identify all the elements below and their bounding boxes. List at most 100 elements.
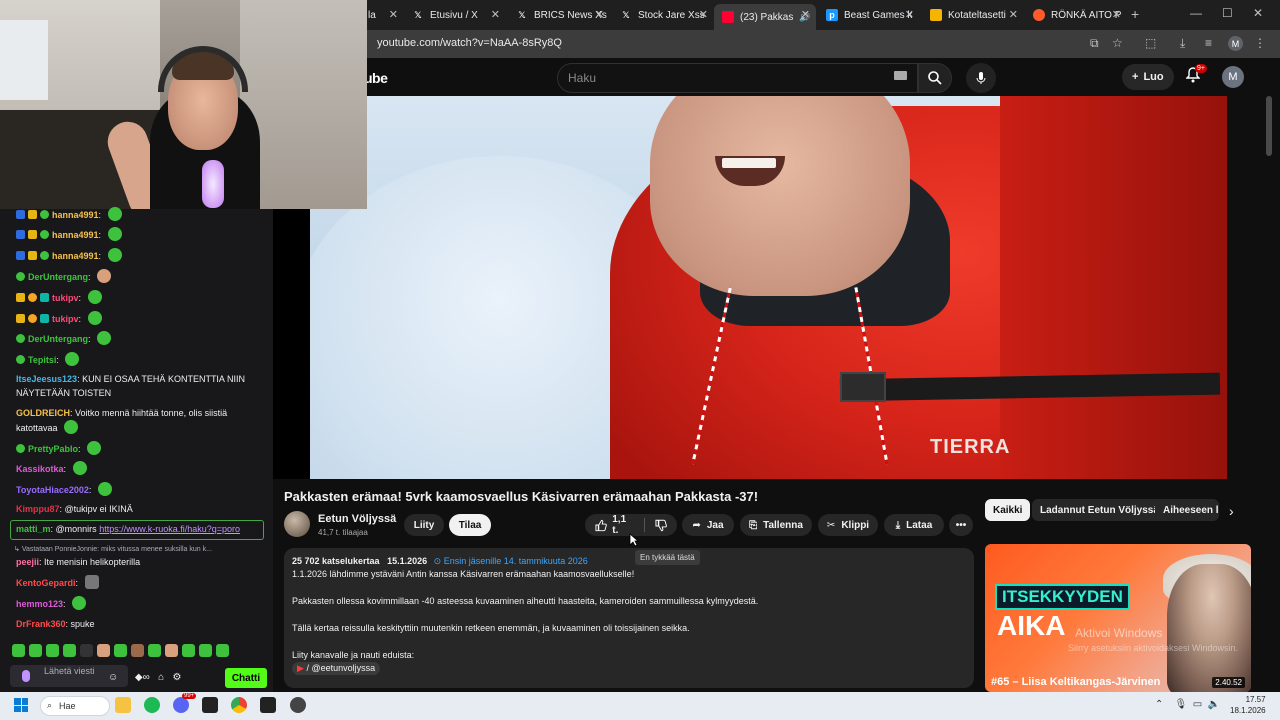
tab-youtube-active[interactable]: (23) Pakkas 🔊 ✕: [714, 4, 816, 30]
tab-close-icon[interactable]: ✕: [801, 8, 810, 21]
chat-username[interactable]: KentoGepardi: [16, 578, 76, 588]
tab-close-icon[interactable]: ✕: [491, 8, 500, 21]
chat-username[interactable]: DrFrank360: [16, 619, 66, 629]
emoji-icon[interactable]: ☺: [108, 672, 118, 683]
thumbs-down-icon[interactable]: [655, 519, 667, 532]
tab-close-icon[interactable]: ✕: [389, 8, 398, 21]
x-app-icon[interactable]: [202, 697, 218, 713]
chat-username[interactable]: PrettyPablo: [28, 444, 78, 454]
chat-username[interactable]: hemmo123: [16, 599, 63, 609]
tab-x-home[interactable]: 𝕏 Etusivu / X ✕: [404, 4, 506, 26]
keyboard-icon[interactable]: [894, 71, 907, 80]
tab-close-icon[interactable]: ✕: [595, 8, 604, 21]
new-tab-icon[interactable]: +: [1131, 6, 1139, 22]
emote-icon[interactable]: [182, 644, 195, 657]
chat-username[interactable]: Tepitsi: [28, 355, 56, 365]
recommended-video-thumbnail[interactable]: ITSEKKYYDEN AIKA #65 – Liisa Keltikangas…: [985, 544, 1251, 692]
windows-start-icon[interactable]: [14, 698, 28, 712]
channel-handle-link[interactable]: ▶ / @eetunvoljyssa: [292, 662, 381, 675]
tab-ronka[interactable]: RÖNKÄ AITO P ✕: [1025, 4, 1127, 26]
chip-uploaded-by-channel[interactable]: Ladannut Eetun Völjyssä: [1032, 499, 1167, 521]
chip-related[interactable]: Aiheeseen li: [1155, 499, 1219, 521]
create-button[interactable]: + Luo: [1122, 64, 1174, 90]
volume-icon[interactable]: 🔈: [1208, 699, 1220, 710]
page-scrollbar[interactable]: [1266, 96, 1272, 156]
emote-icon[interactable]: [97, 644, 110, 657]
chat-username[interactable]: hanna4991: [52, 210, 99, 220]
network-icon[interactable]: ▭: [1193, 699, 1202, 710]
tab-beast-games[interactable]: p Beast Games k ✕: [818, 4, 920, 26]
chat-username[interactable]: peejii: [16, 557, 39, 567]
voice-search-button[interactable]: [966, 63, 996, 93]
chat-link[interactable]: https://www.k-ruoka.fi/haku?q=poro: [99, 524, 240, 534]
video-description[interactable]: 25 702 katselukertaa 15.1.2026 ⊙ Ensin j…: [284, 548, 974, 688]
media-control-icon[interactable]: ≡: [1205, 36, 1212, 50]
video-player[interactable]: TIERRA: [310, 96, 1227, 479]
save-button[interactable]: ⎘ Tallenna: [740, 514, 812, 536]
url-field[interactable]: youtube.com/watch?v=NaAA-8sRy8Q: [377, 37, 562, 49]
app-icon[interactable]: [260, 697, 276, 713]
emote-icon[interactable]: [148, 644, 161, 657]
chat-username[interactable]: ItseJeesus123: [16, 374, 77, 384]
extensions-icon[interactable]: ⬚: [1145, 36, 1156, 50]
profile-avatar[interactable]: M: [1228, 36, 1243, 51]
share-button[interactable]: ➦ Jaa: [682, 514, 734, 536]
download-button[interactable]: ⤓ Lataa: [884, 514, 944, 536]
chat-username[interactable]: ToyotaHiace2002: [16, 485, 89, 495]
mention[interactable]: @monnirs: [56, 524, 97, 534]
settings-gear-icon[interactable]: ⚙: [172, 672, 181, 683]
mic-tray-icon[interactable]: 🎙: [1175, 699, 1188, 710]
menu-icon[interactable]: ⋮: [1254, 36, 1266, 50]
chat-username[interactable]: hanna4991: [52, 251, 99, 261]
chip-all[interactable]: Kaikki: [985, 499, 1031, 521]
obs-icon[interactable]: [290, 697, 306, 713]
system-clock[interactable]: 17.57 18.1.2026: [1230, 694, 1266, 716]
tab-close-icon[interactable]: ✕: [699, 8, 708, 21]
tab-brics-news[interactable]: 𝕏 BRICS News Xs ✕: [508, 4, 610, 26]
chat-username[interactable]: DerUntergang: [28, 334, 88, 344]
spotify-icon[interactable]: [144, 697, 160, 713]
emote-icon[interactable]: [80, 644, 93, 657]
chevron-up-icon[interactable]: ⌃: [1155, 699, 1163, 710]
microphone-icon[interactable]: [22, 670, 30, 682]
channel-name[interactable]: Eetun Völjyssä: [318, 513, 396, 525]
emote-icon[interactable]: [165, 644, 178, 657]
emote-icon[interactable]: [46, 644, 59, 657]
more-actions-button[interactable]: •••: [949, 514, 973, 536]
taskbar-search[interactable]: ⌕ Hae: [40, 696, 110, 716]
install-app-icon[interactable]: ⧉: [1090, 36, 1099, 51]
bits-icon[interactable]: ◆∞: [135, 672, 150, 683]
chat-username[interactable]: Kimppu87: [16, 504, 60, 514]
download-icon[interactable]: ⤓: [1180, 36, 1185, 51]
like-button[interactable]: 1,1 t.: [595, 514, 634, 536]
join-button[interactable]: Liity: [404, 514, 444, 536]
emote-icon[interactable]: [29, 644, 42, 657]
emote-icon[interactable]: [131, 644, 144, 657]
emote-icon[interactable]: [199, 644, 212, 657]
channel-avatar[interactable]: [284, 511, 310, 537]
search-button[interactable]: [918, 63, 952, 93]
chat-username[interactable]: Kassikotka: [16, 464, 64, 474]
chat-username[interactable]: GOLDREICH: [16, 408, 70, 418]
emote-icon[interactable]: [63, 644, 76, 657]
clip-button[interactable]: ✂ Klippi: [818, 514, 878, 536]
file-explorer-icon[interactable]: [115, 697, 131, 713]
emote-icon[interactable]: [216, 644, 229, 657]
tab-stock-jare[interactable]: 𝕏 Stock Jare Xss ✕: [612, 4, 714, 26]
minimize-icon[interactable]: —: [1190, 6, 1202, 20]
search-input[interactable]: Haku: [557, 63, 918, 93]
chrome-icon[interactable]: [231, 697, 247, 713]
tab-close-icon[interactable]: ✕: [1009, 8, 1018, 21]
subscribe-button[interactable]: Tilaa: [449, 514, 491, 536]
reply-indicator[interactable]: ↳ Vastataan PonnieJonnie: miks vitussa m…: [14, 545, 212, 553]
discord-icon[interactable]: [173, 697, 189, 713]
chat-username[interactable]: DerUntergang: [28, 272, 88, 282]
maximize-icon[interactable]: ☐: [1222, 6, 1233, 20]
bookmark-star-icon[interactable]: ☆: [1112, 36, 1123, 50]
emote-icon[interactable]: [114, 644, 127, 657]
chat-username[interactable]: tukipv: [52, 293, 79, 303]
chevron-right-icon[interactable]: ›: [1229, 503, 1234, 519]
youtube-logo[interactable]: ube: [364, 70, 388, 86]
chat-username[interactable]: hanna4991: [52, 230, 99, 240]
tab-close-icon[interactable]: ✕: [905, 8, 914, 21]
